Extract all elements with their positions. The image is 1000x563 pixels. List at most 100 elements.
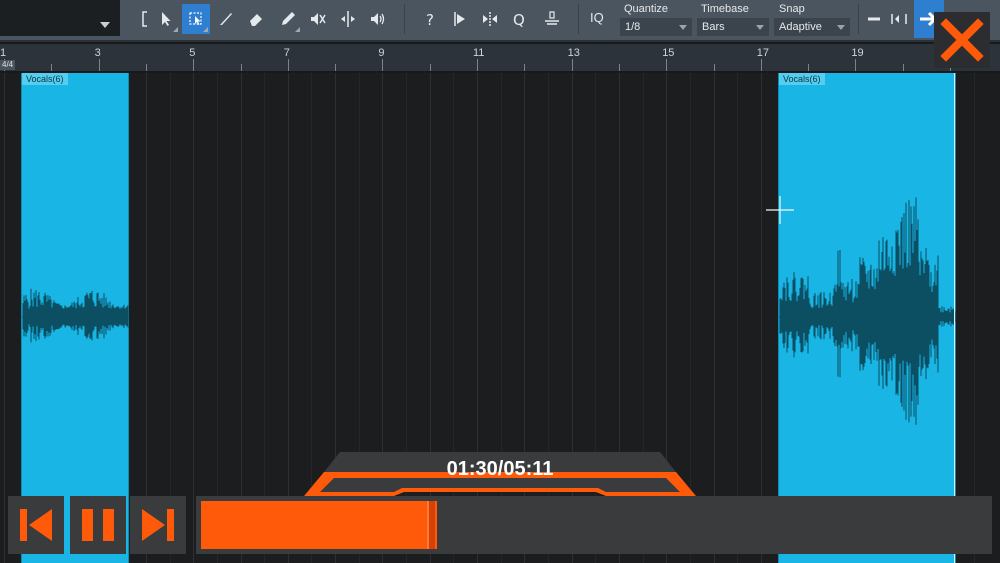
progress-bar[interactable] bbox=[196, 496, 992, 554]
ruler-tick bbox=[477, 59, 478, 71]
pause-icon bbox=[82, 509, 114, 541]
knife-icon bbox=[220, 13, 232, 25]
quantize-value: 1/8 bbox=[625, 21, 641, 33]
listen-tool-button[interactable] bbox=[364, 4, 392, 34]
timebase-value: Bars bbox=[702, 21, 725, 33]
ruler-tick bbox=[902, 64, 904, 71]
pause-button[interactable] bbox=[70, 496, 126, 554]
split-tool-button[interactable] bbox=[212, 4, 240, 34]
ruler-tick bbox=[713, 64, 715, 71]
bend-marker-icon bbox=[454, 12, 465, 26]
waveform bbox=[22, 288, 130, 343]
grid-line bbox=[193, 73, 195, 563]
progress-handle[interactable] bbox=[427, 501, 435, 549]
previous-button[interactable] bbox=[8, 496, 64, 554]
ruler-tick bbox=[760, 59, 762, 71]
ruler-tick bbox=[524, 64, 526, 71]
svg-text:Q: Q bbox=[513, 11, 525, 28]
quantize-select[interactable]: 1/8 bbox=[620, 18, 692, 36]
fit-icon[interactable] bbox=[890, 6, 908, 32]
timebase-label: Timebase bbox=[701, 3, 749, 15]
ruler-bar-number: 19 bbox=[851, 47, 864, 59]
toolbar: ? Q IQ Quantize 1/8 Timebase Bars Snap A… bbox=[0, 0, 1000, 42]
ruler-tick bbox=[145, 64, 147, 71]
clip-name-label: Vocals(6) bbox=[22, 73, 68, 85]
grid-line-half bbox=[264, 73, 266, 563]
range-tool-button[interactable] bbox=[182, 4, 210, 34]
skip-back-icon bbox=[20, 509, 52, 541]
ruler-tick bbox=[98, 59, 100, 71]
grid-line-half bbox=[216, 73, 218, 563]
track-selector[interactable] bbox=[0, 0, 120, 36]
audio-clip[interactable]: Vocals(6) bbox=[778, 73, 957, 563]
zoom-out-icon[interactable] bbox=[866, 6, 882, 32]
skip-forward-icon bbox=[142, 509, 174, 541]
clip-name-label: Vocals(6) bbox=[779, 73, 825, 85]
timebase-select[interactable]: Bars bbox=[697, 18, 769, 36]
mute-tool-button[interactable] bbox=[304, 4, 332, 34]
svg-text:?: ? bbox=[426, 11, 434, 28]
help-button[interactable]: ? bbox=[416, 4, 444, 34]
close-button[interactable] bbox=[934, 12, 990, 68]
chevron-down-icon bbox=[837, 25, 845, 30]
chevron-down-icon bbox=[100, 22, 110, 28]
ruler-tick bbox=[51, 64, 53, 71]
transient-button[interactable] bbox=[476, 4, 504, 34]
ruler-tick bbox=[855, 59, 857, 71]
ruler-tick bbox=[666, 59, 668, 71]
ruler-bar-number: 17 bbox=[756, 47, 770, 59]
grid-line bbox=[760, 73, 762, 563]
eraser-tool-button[interactable] bbox=[242, 4, 270, 34]
ruler-bar-number: 5 bbox=[189, 47, 196, 59]
iq-label[interactable]: IQ bbox=[590, 10, 604, 25]
timeline-ruler[interactable]: 1 3 5 7 9 11 13 15 17 19 bbox=[0, 44, 1000, 72]
grid-line bbox=[713, 73, 715, 563]
ruler-bar-number: 15 bbox=[662, 47, 675, 59]
close-icon bbox=[940, 18, 984, 62]
ruler-tick bbox=[808, 64, 810, 71]
paint-tool-button[interactable] bbox=[274, 4, 302, 34]
ruler-tick bbox=[382, 59, 384, 71]
quantize-button[interactable]: Q bbox=[506, 4, 534, 34]
question-icon: ? bbox=[426, 11, 434, 28]
audio-bend-button[interactable] bbox=[446, 4, 474, 34]
arrow-tool-button[interactable] bbox=[152, 4, 180, 34]
ruler-tick bbox=[240, 64, 242, 71]
ruler-bar-number: 3 bbox=[94, 47, 101, 59]
grid-line bbox=[4, 73, 5, 563]
ruler-bar-number: 9 bbox=[378, 47, 385, 59]
grid-line bbox=[287, 73, 289, 563]
speaker-icon bbox=[371, 13, 385, 25]
follow-icon bbox=[545, 11, 559, 25]
chevron-down-icon bbox=[679, 25, 687, 30]
grid-line bbox=[240, 73, 242, 563]
playhead-line bbox=[954, 73, 955, 563]
ruler-tick bbox=[335, 64, 337, 71]
grid-line-half bbox=[973, 73, 975, 563]
progress-fill bbox=[201, 501, 437, 549]
pencil-icon bbox=[282, 12, 295, 25]
snap-value: Adaptive bbox=[779, 21, 822, 33]
snap-select[interactable]: Adaptive bbox=[774, 18, 850, 36]
ruler-bar-number: 13 bbox=[567, 47, 580, 59]
bend-tool-button[interactable] bbox=[334, 4, 362, 34]
grid-line bbox=[145, 73, 147, 563]
ruler-tick bbox=[618, 64, 620, 71]
follow-button[interactable] bbox=[538, 4, 566, 34]
waveform bbox=[779, 197, 957, 425]
ruler-tick bbox=[429, 64, 431, 71]
ruler-bar-number: 7 bbox=[283, 47, 290, 59]
chevron-down-icon bbox=[756, 25, 764, 30]
audio-clip[interactable]: Vocals(6) bbox=[21, 73, 130, 563]
arrow-icon bbox=[162, 12, 171, 26]
grid-line-half bbox=[737, 73, 739, 563]
time-signature: 4/4 bbox=[0, 60, 16, 70]
range-select-icon bbox=[189, 12, 202, 25]
ruler-tick bbox=[193, 59, 195, 71]
quantize-label: Quantize bbox=[624, 3, 669, 15]
next-button[interactable] bbox=[130, 496, 186, 554]
ruler-bar-number: 11 bbox=[473, 47, 485, 59]
bend-icon bbox=[341, 11, 355, 27]
grid-line-half bbox=[169, 73, 171, 563]
crosshair-cursor-icon bbox=[766, 196, 794, 224]
